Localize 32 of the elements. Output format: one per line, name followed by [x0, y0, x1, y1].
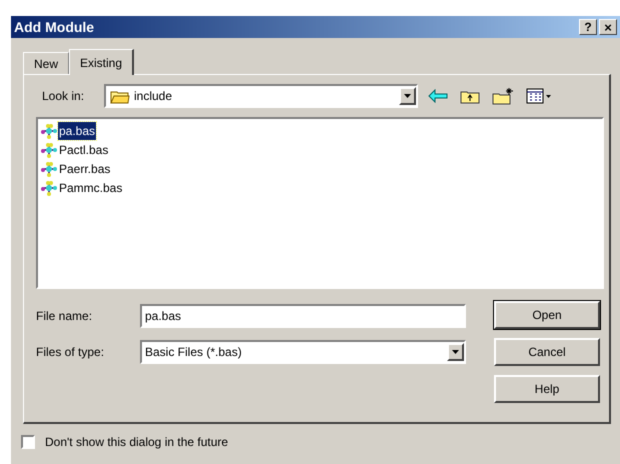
file-type-dropdown[interactable]: Basic Files (*.bas)	[140, 340, 466, 364]
file-item[interactable]: Paerr.bas	[58, 160, 112, 178]
caret-icon	[452, 350, 459, 354]
file-type-label: Files of type:	[36, 344, 106, 361]
file-name-label: File name:	[36, 308, 94, 325]
file-item[interactable]: pa.bas	[58, 122, 96, 140]
close-button[interactable]: ×	[599, 19, 617, 35]
file-item[interactable]: Pactl.bas	[58, 140, 110, 158]
window-title: Add Module	[14, 18, 96, 36]
module-icon	[40, 122, 58, 138]
module-icon	[40, 160, 58, 176]
back-arrow-icon[interactable]	[428, 89, 448, 103]
tab[interactable]: Existing	[69, 49, 134, 75]
caret-icon	[404, 94, 411, 98]
module-icon	[40, 180, 58, 196]
folder-icon	[110, 88, 130, 104]
dropdown-button[interactable]	[447, 343, 464, 361]
dialog-button[interactable]: Cancel	[494, 338, 600, 366]
dropdown-button[interactable]	[399, 87, 416, 105]
tab[interactable]: New	[23, 52, 70, 74]
dialog-button[interactable]: Open	[494, 301, 600, 329]
look-in-label: Look in:	[41, 88, 86, 105]
dialog-button[interactable]: Help	[494, 375, 600, 403]
new-folder-icon[interactable]	[492, 87, 514, 105]
file-item[interactable]: Pammc.bas	[58, 178, 124, 196]
module-icon	[40, 142, 58, 158]
view-menu-icon[interactable]	[526, 88, 552, 104]
checkbox[interactable]	[21, 435, 35, 449]
file-name-field[interactable]: pa.bas	[140, 304, 466, 328]
help-button[interactable]: ?	[579, 19, 597, 35]
look-in-dropdown[interactable]: include	[104, 84, 418, 108]
checkbox-label: Don't show this dialog in the future	[45, 434, 228, 451]
